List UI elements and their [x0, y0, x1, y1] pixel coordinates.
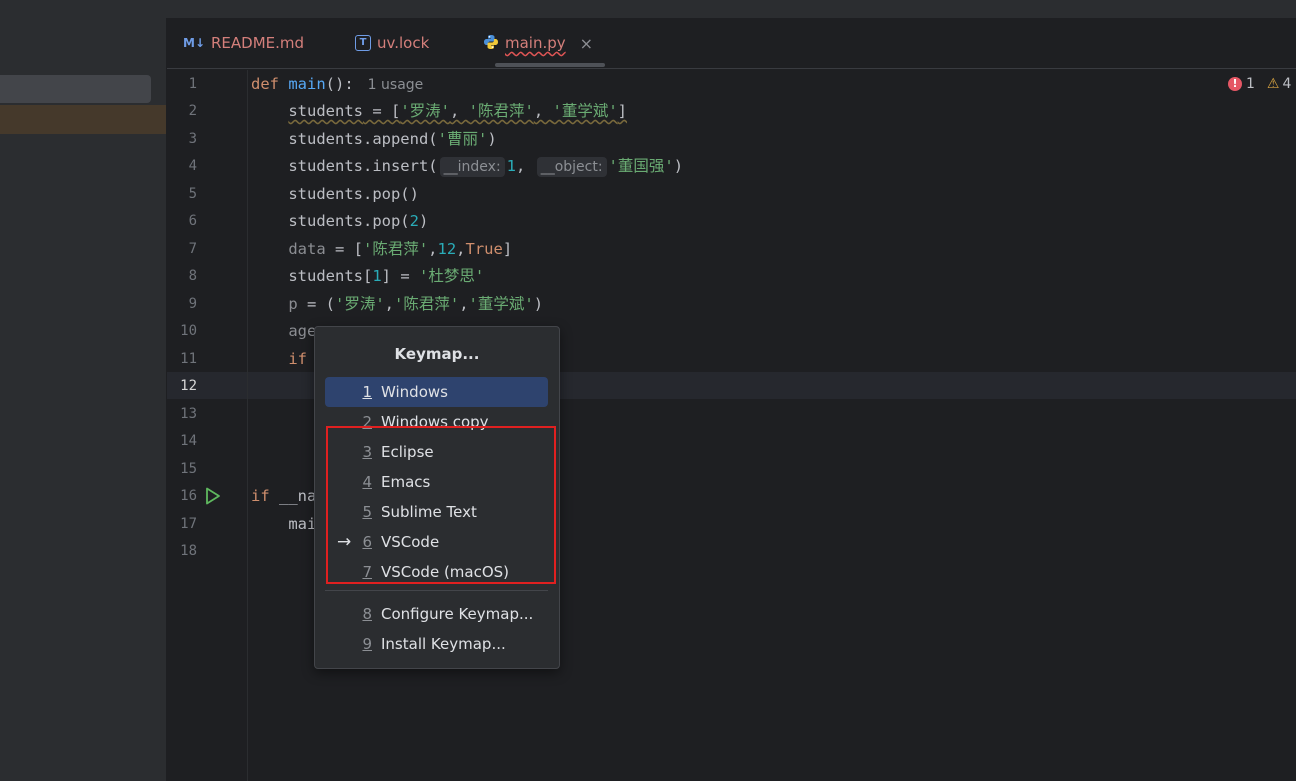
line-number: 16 — [180, 488, 197, 504]
warning-icon: ⚠ — [1266, 76, 1280, 92]
line-number: 3 — [188, 131, 197, 147]
title-bar — [0, 0, 1296, 18]
install-keymap-item[interactable]: 9 Install Keymap... — [325, 629, 548, 659]
editor-tabs: M↓ README.md T uv.lock main.py × — [167, 18, 1296, 69]
project-tool-window — [0, 18, 167, 781]
parameter-hint: __index: — [439, 157, 505, 177]
toml-file-icon: T — [355, 35, 371, 51]
tab-label: README.md — [211, 34, 305, 52]
line-number: 8 — [188, 268, 197, 284]
line-number-gutter[interactable]: 1 2 3 4 5 6 7 8 9 10 11 12 13 14 15 16 1… — [167, 70, 248, 781]
active-tab-indicator — [495, 63, 605, 67]
tab-label: uv.lock — [377, 34, 430, 52]
line-number: 18 — [180, 543, 197, 559]
line-number: 11 — [180, 351, 197, 367]
project-tree-item-highlighted[interactable] — [0, 105, 166, 134]
project-tree-item-selected[interactable] — [0, 75, 151, 103]
markdown-icon: M↓ — [183, 36, 205, 50]
parameter-hint: __object: — [536, 157, 607, 177]
code-line: students.insert(__index: 1, __object: '董国强… — [288, 157, 684, 177]
line-number: 14 — [180, 433, 197, 449]
tab-main-py[interactable]: main.py × — [483, 18, 593, 68]
code-line: p = ('罗涛','陈君萍','董学斌') — [288, 295, 544, 313]
line-number: 13 — [180, 406, 197, 422]
menu-separator — [325, 590, 548, 591]
line-number: 6 — [188, 213, 197, 229]
tab-uv-lock[interactable]: T uv.lock — [355, 18, 429, 68]
tab-label: main.py — [505, 34, 566, 52]
error-count: 1 — [1246, 76, 1255, 92]
line-number: 4 — [188, 158, 197, 174]
warning-count: 4 — [1282, 76, 1292, 92]
inspection-widget[interactable]: ! 1 ⚠ 4 — [1228, 76, 1291, 92]
code-line: students = ['罗涛', '陈君萍', '董学斌'] — [288, 102, 628, 120]
code-line: students.pop() — [288, 185, 419, 203]
popup-title: Keymap... — [394, 345, 480, 363]
configure-keymap-item[interactable]: 8 Configure Keymap... — [325, 599, 548, 629]
close-icon[interactable]: × — [580, 34, 593, 53]
line-number: 1 — [188, 76, 197, 92]
code-line: students.append('曹丽') — [288, 130, 497, 148]
line-number: 10 — [180, 323, 197, 339]
code-line: if __na — [251, 487, 317, 505]
usage-hint[interactable]: 1 usage — [368, 77, 424, 93]
code-line: age — [288, 322, 317, 340]
line-number: 5 — [188, 186, 197, 202]
line-number: 17 — [180, 516, 197, 532]
keymap-item-windows[interactable]: 1 Windows — [325, 377, 548, 407]
run-icon[interactable] — [205, 487, 221, 509]
line-number: 7 — [188, 241, 197, 257]
python-icon — [483, 34, 499, 53]
line-number: 9 — [188, 296, 197, 312]
line-number: 2 — [188, 103, 197, 119]
error-icon: ! — [1228, 77, 1242, 91]
line-number: 15 — [180, 461, 197, 477]
code-line: data = ['陈君萍',12,True] — [288, 240, 513, 258]
tab-readme[interactable]: M↓ README.md — [183, 18, 304, 68]
code-line: students[1] = '杜梦思' — [288, 267, 485, 285]
code-line: def main(): 1 usage — [251, 75, 424, 93]
code-line: if — [288, 350, 307, 368]
line-number-current: 12 — [180, 378, 197, 394]
code-line: mai — [288, 515, 317, 533]
code-line: students.pop(2) — [288, 212, 429, 230]
annotation-highlight-box — [326, 426, 556, 584]
